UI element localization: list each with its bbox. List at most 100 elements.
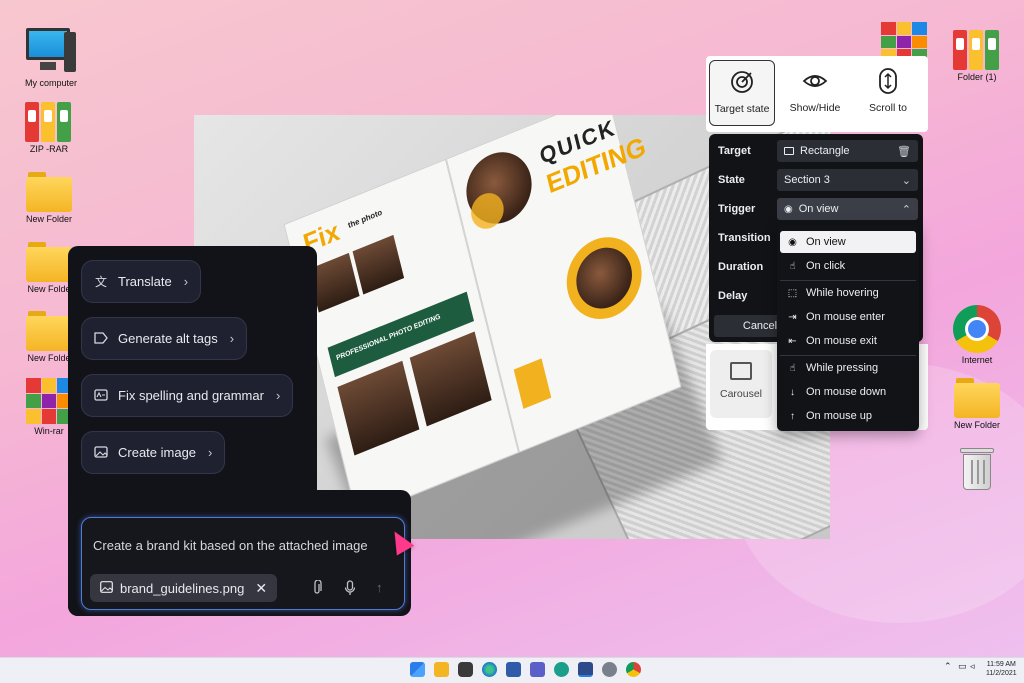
send-arrow-icon[interactable]: ↑ bbox=[376, 580, 383, 595]
portrait-photo bbox=[337, 360, 420, 456]
action-label: Translate bbox=[118, 274, 172, 289]
option-while-hovering[interactable]: ⬚ While hovering bbox=[780, 282, 916, 304]
chrome-icon[interactable] bbox=[626, 662, 641, 677]
desktop-icon-label: New Folder bbox=[25, 214, 72, 224]
edge-icon[interactable] bbox=[482, 662, 497, 677]
carousel-button[interactable]: Carousel bbox=[710, 350, 772, 418]
brochure-logo-block bbox=[513, 358, 552, 409]
option-while-pressing[interactable]: ☝ While pressing bbox=[780, 357, 916, 379]
chevron-up-icon: ⌃ bbox=[901, 203, 911, 216]
desktop-icon-label: My computer bbox=[24, 78, 77, 88]
image-icon bbox=[94, 445, 108, 460]
paperclip-icon[interactable] bbox=[312, 579, 322, 599]
folder-icon bbox=[26, 242, 72, 282]
create-image-button[interactable]: Create image › bbox=[81, 431, 226, 474]
desktop-icon-label: Internet bbox=[961, 355, 993, 365]
carousel-icon bbox=[730, 362, 752, 380]
prompt-input[interactable]: Create a brand kit based on the attached… bbox=[81, 517, 405, 610]
chevron-right-icon: › bbox=[275, 388, 281, 403]
folder-icon bbox=[954, 378, 1000, 418]
toolbar-label: Show/Hide bbox=[789, 102, 841, 114]
press-icon: ☝ bbox=[789, 362, 796, 374]
prompt-text: Create a brand kit based on the attached… bbox=[93, 538, 368, 553]
brochure: Fix the photo PROFESSIONAL PHOTO EDITING… bbox=[283, 115, 699, 539]
chrome-icon bbox=[953, 305, 1001, 353]
option-label: On mouse down bbox=[806, 386, 887, 398]
trigger-value: On view bbox=[798, 203, 839, 215]
app-icon[interactable] bbox=[554, 662, 569, 677]
option-on-mouse-down[interactable]: ↓ On mouse down bbox=[780, 381, 916, 403]
camera-icon[interactable] bbox=[458, 662, 473, 677]
desktop-icon-label: Folder (1) bbox=[957, 72, 997, 82]
winrar-icon bbox=[26, 378, 72, 424]
option-on-mouse-exit[interactable]: ⇤ On mouse exit bbox=[780, 330, 916, 352]
target-field[interactable]: Rectangle 🗑 bbox=[777, 140, 918, 162]
close-icon[interactable]: ✕ bbox=[255, 580, 267, 597]
file-explorer-icon[interactable] bbox=[434, 662, 449, 677]
fix-spelling-button[interactable]: Fix spelling and grammar › bbox=[81, 374, 294, 417]
target-state-button[interactable]: Target state bbox=[709, 60, 775, 126]
option-label: On mouse enter bbox=[806, 311, 885, 323]
translate-icon: 文 bbox=[94, 274, 107, 289]
option-on-click[interactable]: ☝ On click bbox=[780, 255, 916, 277]
duration-label: Duration bbox=[718, 261, 764, 273]
folder-icon bbox=[26, 172, 72, 212]
scroll-to-button[interactable]: Scroll to bbox=[855, 60, 921, 126]
state-label: State bbox=[718, 174, 745, 186]
eye-icon bbox=[801, 68, 829, 96]
portrait-photo bbox=[409, 331, 492, 427]
translate-button[interactable]: 文 Translate › bbox=[81, 260, 202, 303]
windows-start-icon[interactable] bbox=[410, 662, 425, 677]
desktop-icon-new-folder-4[interactable]: New Folder bbox=[941, 378, 1013, 430]
clock-date: 11/2/2021 bbox=[986, 670, 1017, 677]
image-icon bbox=[100, 580, 113, 596]
state-value: Section 3 bbox=[784, 174, 830, 186]
desktop-icon-internet[interactable]: Internet bbox=[941, 305, 1013, 365]
toolbar-label: Target state bbox=[714, 103, 770, 115]
desktop-icon-zip-rar[interactable]: ZIP -RAR bbox=[13, 100, 85, 154]
settings-gear-icon[interactable] bbox=[602, 662, 617, 677]
computer-icon bbox=[26, 28, 76, 76]
action-label: Generate alt tags bbox=[118, 331, 218, 346]
volume-icon[interactable]: ◃ bbox=[970, 661, 975, 672]
target-label: Target bbox=[718, 145, 751, 157]
carousel-label: Carousel bbox=[719, 388, 763, 400]
chevron-right-icon: › bbox=[208, 445, 213, 460]
option-on-mouse-enter[interactable]: ⇥ On mouse enter bbox=[780, 306, 916, 328]
option-on-mouse-up[interactable]: ↑ On mouse up bbox=[780, 405, 916, 427]
eye-icon: ◉ bbox=[784, 203, 793, 215]
desktop-icon-folder-1[interactable]: Folder (1) bbox=[941, 28, 1013, 82]
spellcheck-icon bbox=[94, 388, 108, 403]
desktop-icon-new-folder-1[interactable]: New Folder bbox=[13, 172, 85, 224]
trash-icon bbox=[960, 446, 994, 492]
trigger-label: Trigger bbox=[718, 203, 756, 215]
state-dropdown[interactable]: Section 3 ⌄ bbox=[777, 169, 918, 191]
network-icon[interactable]: ▭ bbox=[958, 661, 967, 672]
tag-icon bbox=[94, 331, 108, 346]
scroll-icon bbox=[874, 68, 902, 96]
chevron-up-icon[interactable]: ⌃ bbox=[944, 661, 952, 672]
option-on-view[interactable]: ◉ On view bbox=[780, 231, 916, 253]
transition-label: Transition bbox=[718, 232, 771, 244]
option-label: On mouse exit bbox=[806, 335, 877, 347]
generate-alt-tags-button[interactable]: Generate alt tags › bbox=[81, 317, 248, 360]
teams-icon[interactable] bbox=[530, 662, 545, 677]
desktop-icon-label: ZIP -RAR bbox=[29, 144, 69, 154]
trash-icon[interactable]: 🗑 bbox=[897, 145, 911, 158]
store-icon[interactable] bbox=[506, 662, 521, 677]
eye-icon: ◉ bbox=[788, 236, 797, 248]
trigger-dropdown[interactable]: ◉ On view ⌃ bbox=[777, 198, 918, 220]
active-app-icon[interactable] bbox=[578, 662, 593, 677]
desktop-icon-my-computer[interactable]: My computer bbox=[15, 28, 87, 88]
show-hide-button[interactable]: Show/Hide bbox=[782, 60, 848, 126]
microphone-icon[interactable] bbox=[344, 580, 356, 599]
arrow-down-icon: ↓ bbox=[790, 386, 795, 398]
desktop-icon-recycle-bin[interactable] bbox=[941, 446, 1013, 492]
attachment-name: brand_guidelines.png bbox=[120, 580, 245, 596]
attachment-chip[interactable]: brand_guidelines.png ✕ bbox=[90, 574, 278, 602]
exit-icon: ⇤ bbox=[788, 335, 797, 347]
action-label: Fix spelling and grammar bbox=[118, 388, 264, 403]
option-label: On mouse up bbox=[806, 410, 873, 422]
taskbar-clock[interactable]: 11:59 AM 11/2/2021 bbox=[986, 660, 1017, 678]
arrow-up-icon: ↑ bbox=[790, 410, 795, 422]
